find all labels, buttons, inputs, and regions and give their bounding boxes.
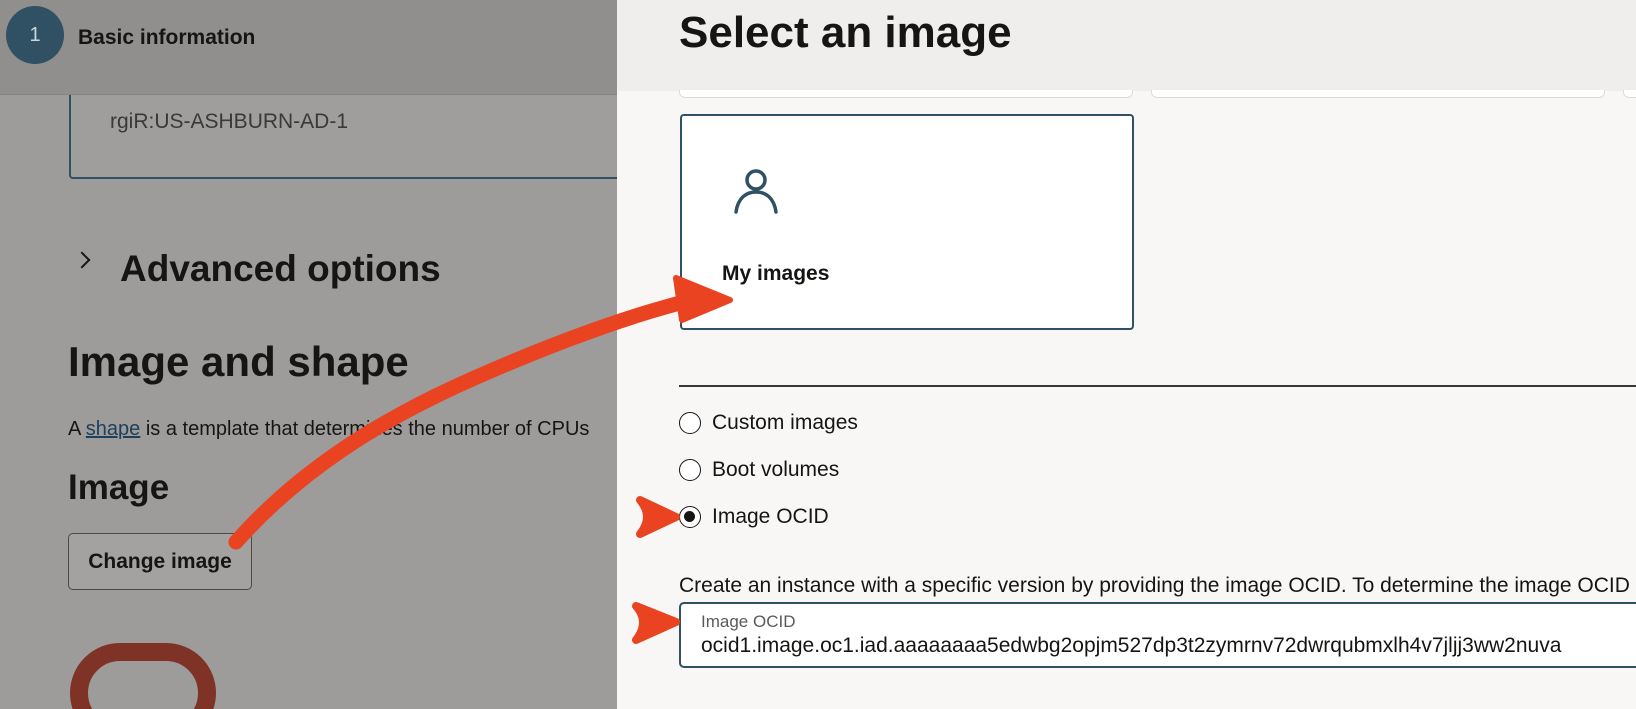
panel-header: Select an image [617, 0, 1636, 91]
advanced-options-heading[interactable]: Advanced options [120, 248, 441, 290]
radio-boot-volumes[interactable]: Boot volumes [679, 456, 839, 484]
shape-description: A shape is a template that determines th… [68, 418, 589, 441]
image-ocid-field[interactable]: Image OCID [679, 602, 1636, 668]
image-ocid-label: Image OCID [701, 612, 796, 631]
image-heading: Image [68, 468, 170, 507]
image-source-card-partial[interactable] [1623, 90, 1636, 98]
oracle-logo [70, 643, 216, 709]
wizard-step-bar: 1 Basic information [0, 0, 620, 95]
select-image-panel: Select an image My images Custom images … [617, 0, 1636, 709]
radio-button[interactable] [679, 412, 701, 434]
image-source-card-partial[interactable] [679, 90, 1133, 98]
ocid-help-text: Create an instance with a specific versi… [679, 574, 1630, 597]
shape-link[interactable]: shape [86, 418, 141, 440]
chevron-right-icon[interactable] [73, 251, 91, 269]
shape-desc-prefix: A [68, 418, 86, 440]
divider [679, 385, 1636, 387]
step-label[interactable]: Basic information [78, 26, 255, 50]
image-source-card-partial[interactable] [1151, 90, 1605, 98]
step-number-circle: 1 [6, 6, 64, 64]
my-images-card[interactable]: My images [680, 114, 1134, 330]
image-ocid-input[interactable] [701, 634, 1636, 658]
radio-button-selected[interactable] [679, 506, 701, 528]
image-and-shape-heading: Image and shape [68, 338, 409, 385]
radio-label: Boot volumes [712, 458, 840, 481]
person-icon [734, 169, 778, 214]
availability-domain-box [69, 92, 620, 179]
my-images-label: My images [722, 262, 830, 285]
radio-label: Image OCID [712, 505, 829, 528]
radio-custom-images[interactable]: Custom images [679, 409, 858, 437]
availability-domain-text: rgiR:US-ASHBURN-AD-1 [110, 110, 349, 133]
shape-desc-suffix: is a template that determines the number… [140, 418, 590, 440]
radio-button[interactable] [679, 459, 701, 481]
radio-image-ocid[interactable]: Image OCID [679, 503, 829, 531]
change-image-button[interactable]: Change image [68, 533, 252, 590]
radio-label: Custom images [712, 411, 858, 434]
background-page: rgiR:US-ASHBURN-AD-1 1 Basic information… [0, 0, 620, 709]
panel-title: Select an image [679, 8, 1012, 57]
